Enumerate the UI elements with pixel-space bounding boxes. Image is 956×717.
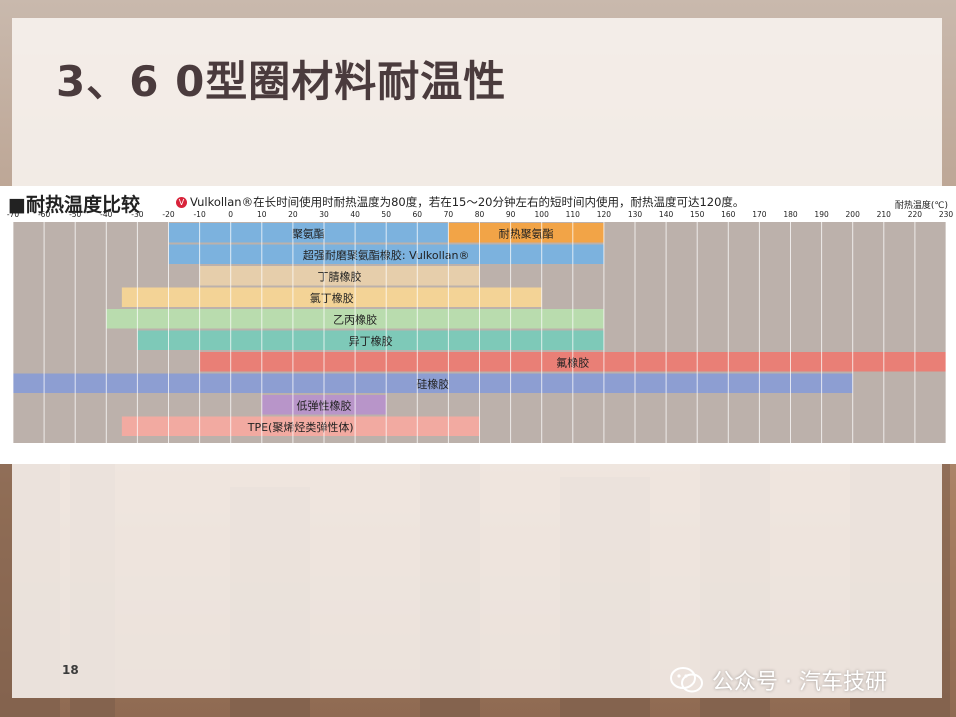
wechat-icon bbox=[670, 667, 703, 693]
bar-label: 硅橡胶 bbox=[416, 377, 449, 391]
temperature-chart: ■耐热温度比较 V Vulkollan®在长时间使用时耐热温度为80度，若在15～… bbox=[0, 186, 956, 464]
x-tick-label: -30 bbox=[131, 210, 143, 219]
x-tick-label: 130 bbox=[628, 210, 643, 219]
x-tick-label: -60 bbox=[38, 210, 50, 219]
x-tick-label: -10 bbox=[193, 210, 205, 219]
x-tick-label: 40 bbox=[350, 210, 360, 219]
bar-label: 聚氨酯 bbox=[292, 227, 325, 240]
slide-title: 3、6 0型圈材料耐温性 bbox=[56, 57, 507, 106]
x-tick-label: 80 bbox=[475, 210, 485, 219]
x-tick-label: 90 bbox=[506, 210, 516, 219]
x-tick-label: 60 bbox=[413, 210, 423, 219]
x-tick-label: 110 bbox=[566, 210, 581, 219]
page-number: 18 bbox=[62, 663, 79, 677]
x-tick-label: 150 bbox=[690, 210, 705, 219]
bar-label: TPE(聚烯烃类弹性体) bbox=[247, 420, 354, 434]
x-tick-label: 50 bbox=[381, 210, 391, 219]
x-tick-label: 140 bbox=[659, 210, 674, 219]
x-tick-label: 70 bbox=[444, 210, 454, 219]
bar-label: 氯丁橡胶 bbox=[310, 291, 354, 305]
x-tick-label: 0 bbox=[228, 210, 233, 219]
x-tick-label: 170 bbox=[752, 210, 767, 219]
bar-label: 耐热聚氨酯 bbox=[499, 227, 554, 240]
x-tick-label: 180 bbox=[783, 210, 798, 219]
x-tick-label: -70 bbox=[7, 210, 19, 219]
x-tick-label: 100 bbox=[535, 210, 550, 219]
x-tick-label: 210 bbox=[877, 210, 892, 219]
x-tick-label: -40 bbox=[100, 210, 112, 219]
watermark-text: 公众号 · 汽车技研 bbox=[712, 670, 887, 695]
watermark: 公众号 · 汽车技研 bbox=[670, 664, 887, 696]
x-tick-label: 200 bbox=[846, 210, 861, 219]
chart-svg: -70 -60 -50 -40 -30 -20 -10 0 10 20 30 40 50 60 70 80 90… bbox=[7, 210, 954, 443]
x-tick-label: 220 bbox=[908, 210, 923, 219]
x-tick-label: 10 bbox=[257, 210, 267, 219]
x-tick-label: 20 bbox=[288, 210, 298, 219]
x-tick-label: -20 bbox=[162, 210, 174, 219]
x-tick-label: 190 bbox=[814, 210, 829, 219]
x-tick-label: 120 bbox=[597, 210, 612, 219]
x-tick-label: 160 bbox=[721, 210, 736, 219]
x-tick-label: 230 bbox=[939, 210, 954, 219]
x-tick-label: -50 bbox=[69, 210, 81, 219]
x-tick-label: 30 bbox=[319, 210, 329, 219]
